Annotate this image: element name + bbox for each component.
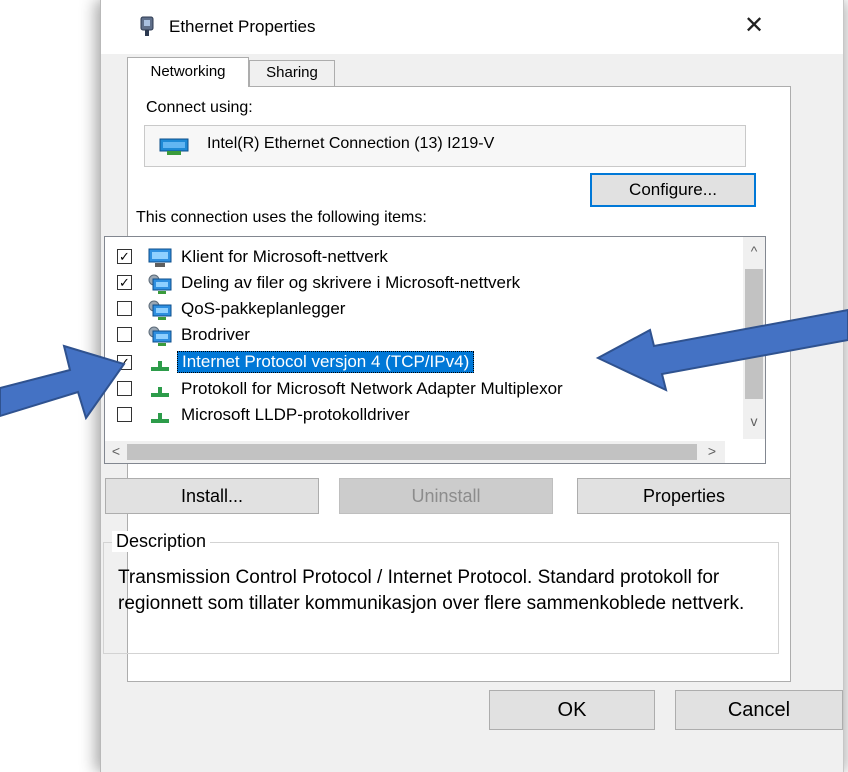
scroll-right-icon[interactable]: > [701,443,723,459]
properties-button[interactable]: Properties [577,478,791,514]
uninstall-button[interactable]: Uninstall [339,478,553,514]
scroll-left-icon[interactable]: < [105,443,127,459]
protocol-icon [151,413,169,423]
item-label: Deling av filer og skrivere i Microsoft-… [181,273,521,292]
network-client-icon [148,248,172,267]
horizontal-scrollbar[interactable]: < > [105,441,725,463]
item-label: Klient for Microsoft-nettverk [181,247,388,266]
item-label: Microsoft LLDP-protokolldriver [181,405,410,424]
horizontal-scroll-thumb[interactable] [127,444,697,460]
network-service-icon [148,326,172,346]
window-title: Ethernet Properties [169,17,316,36]
cancel-button[interactable]: Cancel [675,690,843,730]
close-button[interactable]: ✕ [739,11,769,41]
network-adapter-icon [159,138,189,155]
install-button[interactable]: Install... [105,478,319,514]
protocol-icon [151,387,169,397]
annotation-arrow-left [0,344,126,420]
adapter-name: Intel(R) Ethernet Connection (13) I219-V [207,135,495,152]
item-checkbox[interactable]: ✓ [117,275,132,290]
annotation-arrow-right [595,308,848,392]
configure-button[interactable]: Configure... [590,173,756,207]
adapter-field: Intel(R) Ethernet Connection (13) I219-V [144,125,746,167]
item-label: Internet Protocol versjon 4 (TCP/IPv4) [177,351,475,373]
scroll-down-icon[interactable]: v [743,413,765,429]
network-adapter-icon [140,16,154,36]
list-item[interactable]: Microsoft LLDP-protokolldriver [105,403,705,429]
tab-networking[interactable]: Networking [127,57,249,87]
protocol-icon [151,361,169,371]
connect-using-label: Connect using: [146,99,253,116]
item-label: Protokoll for Microsoft Network Adapter … [181,379,563,398]
list-item[interactable]: ✓ Deling av filer og skrivere i Microsof… [105,271,705,297]
tab-sharing[interactable]: Sharing [249,60,335,86]
description-legend: Description [112,531,211,552]
scroll-up-icon[interactable]: ^ [743,243,765,259]
ok-button[interactable]: OK [489,690,655,730]
item-label: QoS-pakkeplanlegger [181,299,346,318]
item-checkbox[interactable]: ✓ [117,249,132,264]
description-text: Transmission Control Protocol / Internet… [118,567,745,614]
list-item[interactable]: ✓ Klient for Microsoft-nettverk [105,245,705,271]
description-group: Description Transmission Control Protoco… [103,531,779,654]
item-checkbox[interactable] [117,301,132,316]
network-service-icon [148,274,172,294]
items-label: This connection uses the following items… [136,209,427,226]
network-service-icon [148,300,172,320]
item-label: Brodriver [181,325,250,344]
title-bar: Ethernet Properties ✕ [101,0,843,54]
